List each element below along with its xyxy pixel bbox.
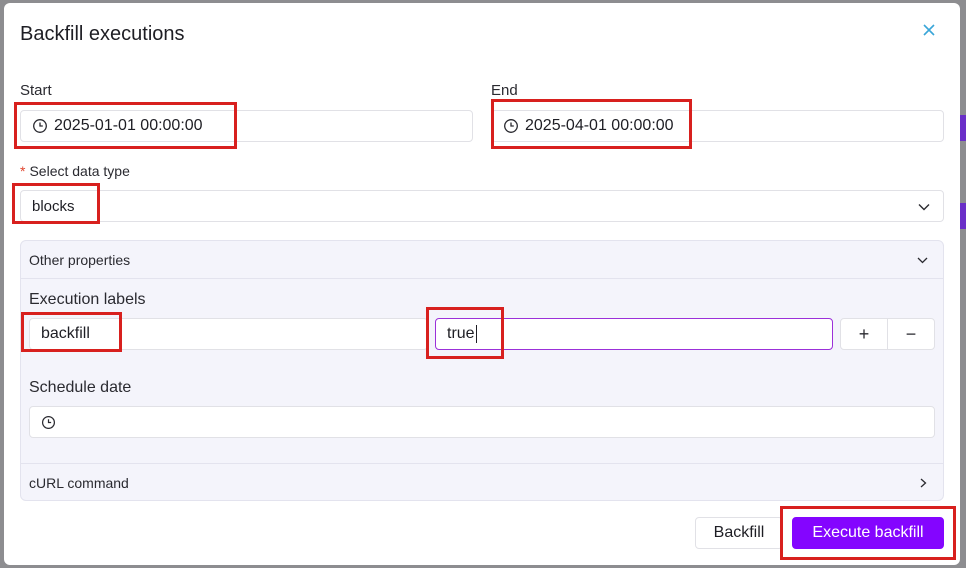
data-type-label-text: Select data type — [29, 163, 130, 179]
end-label: End — [491, 82, 518, 99]
label-key-value: backfill — [41, 325, 90, 342]
chevron-down-icon — [917, 257, 928, 264]
chevron-right-icon — [920, 478, 927, 488]
required-mark: * — [20, 163, 26, 179]
schedule-date-input[interactable] — [29, 406, 935, 438]
add-label-button[interactable]: + — [840, 318, 888, 350]
curl-command-row[interactable]: cURL command — [21, 463, 943, 501]
curl-command-label: cURL command — [29, 474, 129, 491]
remove-label-button[interactable]: − — [887, 318, 935, 350]
close-icon[interactable] — [920, 21, 938, 39]
data-type-select[interactable]: blocks — [20, 190, 944, 222]
start-date-value: 2025-01-01 00:00:00 — [54, 117, 203, 134]
label-value-input[interactable]: true — [435, 318, 833, 350]
data-type-label: * Select data type — [20, 163, 130, 179]
chevron-down-icon — [918, 204, 930, 211]
end-date-input[interactable]: 2025-04-01 00:00:00 — [491, 110, 944, 142]
end-date-value: 2025-04-01 00:00:00 — [525, 117, 674, 134]
schedule-date-label: Schedule date — [29, 379, 132, 396]
backfill-button[interactable]: Backfill — [695, 517, 783, 549]
start-date-input[interactable]: 2025-01-01 00:00:00 — [20, 110, 473, 142]
clock-icon — [41, 415, 56, 429]
start-label: Start — [20, 82, 52, 99]
execution-labels-label: Execution labels — [29, 291, 146, 308]
data-type-value: blocks — [32, 197, 75, 215]
label-value-text: true — [447, 325, 475, 342]
other-properties-title: Other properties — [29, 251, 131, 268]
label-key-input[interactable]: backfill — [29, 318, 428, 350]
text-caret — [475, 325, 477, 343]
backfill-dialog: Backfill executions Start 2025-01-01 00:… — [4, 3, 960, 565]
clock-icon — [504, 119, 518, 133]
other-properties-header[interactable]: Other properties — [21, 241, 943, 279]
clock-icon — [33, 119, 47, 133]
other-properties-panel: Other properties Execution labels backfi… — [20, 240, 944, 501]
execute-backfill-button[interactable]: Execute backfill — [792, 517, 944, 549]
dialog-title: Backfill executions — [20, 23, 185, 45]
